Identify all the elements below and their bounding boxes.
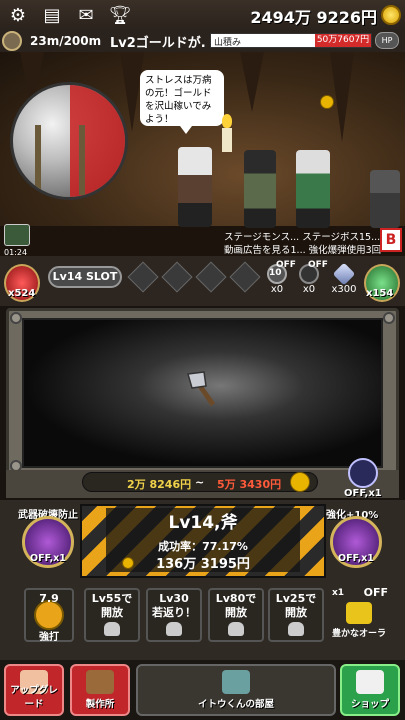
potion-count: x524 — [8, 288, 36, 299]
shop-cart-icon — [356, 670, 384, 694]
room-icon — [222, 670, 250, 694]
old-man-character[interactable] — [178, 147, 212, 227]
aura-label: 豊かなオーラ — [331, 629, 386, 639]
strong-hit-skill[interactable]: 7.9 強打 — [24, 588, 74, 643]
mission-line-1[interactable]: ステージモンス... ステージボス15... — [224, 229, 380, 243]
enhance-cost: 136万 3195円 — [156, 557, 250, 572]
upgrade-button[interactable]: アップグレード — [4, 664, 64, 716]
break-protect-button[interactable]: OFF,x1 — [22, 516, 74, 568]
lock-slot-line1: Lv25で — [275, 592, 317, 605]
resource-3-count: x300 — [331, 284, 357, 295]
shop-button[interactable]: ショップ — [340, 664, 400, 716]
range-max: 5万 3430円 — [217, 478, 282, 491]
locked-skill-slot[interactable]: Lv30 若返り！ — [146, 588, 202, 642]
resource-1-off: OFF — [276, 260, 296, 270]
skull-lock-icon — [104, 622, 120, 636]
candle — [222, 128, 232, 152]
skull-lock-icon — [288, 622, 304, 636]
gear-icon[interactable]: ⚙ — [6, 3, 30, 27]
lock-slot-line2: 開放 — [225, 606, 247, 619]
bomb-mission-icon[interactable]: B — [380, 228, 402, 252]
gold-total: 2494万 9226円 — [250, 8, 377, 27]
knight-enemy[interactable] — [370, 170, 400, 228]
gold-coin-icon — [381, 5, 401, 25]
slot-level-label: Lv14 SLOT — [48, 266, 122, 288]
quest-progress-bar[interactable]: 山積み 50万7607円 — [210, 33, 372, 48]
trophy-icon[interactable]: 🏆︎ — [108, 3, 132, 27]
crystal-toggle[interactable]: OFF,x1 — [344, 458, 382, 499]
lock-slot-line2: 開放 — [285, 606, 307, 619]
resource-1[interactable]: 10 x0 OFF — [264, 260, 296, 295]
aura-icon — [346, 602, 372, 624]
mail-icon[interactable]: ✉ — [74, 3, 98, 27]
skull-lock-icon — [166, 622, 182, 636]
rivet — [10, 312, 22, 324]
resource-3[interactable]: x300 — [328, 262, 360, 295]
profile-card-icon[interactable]: ▤ — [40, 3, 64, 27]
strong-hit-value: 7.9 — [39, 592, 59, 605]
avatar[interactable] — [2, 31, 22, 51]
worker-character[interactable] — [296, 150, 330, 228]
gold-coin-icon — [290, 472, 310, 492]
locked-skill-slot[interactable]: Lv25で 開放 — [268, 588, 324, 642]
resource-2-count: x0 — [302, 284, 316, 295]
quest-bar-label: 山積み — [214, 38, 242, 48]
stalactite — [240, 52, 264, 112]
crystal-state: OFF,x1 — [344, 488, 382, 499]
lock-slot-line1: Lv55で — [91, 592, 133, 605]
floating-coin-icon[interactable] — [320, 95, 334, 109]
range-separator: ~ — [195, 476, 205, 489]
success-rate: 成功率：77.17% — [158, 540, 248, 553]
room-label: イトウくんの部屋 — [197, 699, 274, 710]
girl-character[interactable] — [244, 150, 276, 228]
crystal-icon — [347, 458, 378, 488]
aura-state: OFF — [363, 586, 388, 599]
lock-slot-line2: 開放 — [101, 606, 123, 619]
skull-lock-icon — [228, 622, 244, 636]
strong-hit-label: 強打 — [39, 632, 59, 643]
anvil-icon — [86, 670, 114, 694]
diamond-icon — [332, 262, 356, 286]
crafting-label: 製作所 — [85, 699, 115, 710]
crafting-button[interactable]: 製作所 — [70, 664, 130, 716]
room-button[interactable]: イトウくんの部屋 — [136, 664, 336, 716]
shop-label: ショップ — [350, 699, 389, 710]
depth-counter: 23m/200m — [30, 34, 102, 48]
hp-badge: HP — [375, 32, 399, 49]
lock-slot-line2: 若返り！ — [152, 606, 196, 619]
quest-bar-value: 50万7607円 — [315, 34, 371, 47]
speech-bubble: ストレスは万病の元！ゴールドを沢山稼いでみよう！ — [140, 70, 224, 134]
gem-count: x154 — [366, 288, 394, 299]
weapon-level-title: Lv14,斧 — [168, 513, 238, 533]
resource-1-count: x0 — [270, 284, 284, 295]
axe-weapon-icon[interactable] — [182, 368, 222, 408]
sphere-scaffold — [35, 125, 85, 195]
locked-skill-slot[interactable]: Lv55で 開放 — [84, 588, 140, 642]
mission-line-2[interactable]: 動画広告を見る1... 強化爆弾使用3回 — [224, 242, 381, 256]
timer-icon[interactable] — [4, 224, 30, 246]
lock-slot-line1: Lv30 — [159, 592, 189, 605]
locked-skill-slot[interactable]: Lv80で 開放 — [208, 588, 264, 642]
enhance-bonus-state: OFF,x1 — [338, 553, 374, 564]
resource-2-off: OFF — [308, 260, 328, 270]
candle-flame-icon — [222, 114, 232, 128]
resource-2[interactable]: x0 OFF — [296, 260, 328, 295]
break-protect-state: OFF,x1 — [30, 553, 66, 564]
gacha-sphere[interactable] — [10, 82, 128, 200]
rich-aura-toggle[interactable]: x1 OFF 豊かなオーラ — [328, 586, 390, 642]
upgrade-label: アップグレード — [10, 685, 58, 710]
enhance-bonus-button[interactable]: OFF,x1 — [330, 516, 382, 568]
stalactite — [330, 52, 354, 142]
rivet — [383, 312, 395, 324]
range-min: 2万 8246円 — [127, 478, 192, 491]
aura-count: x1 — [332, 588, 345, 598]
lock-slot-line1: Lv80で — [215, 592, 257, 605]
quest-title[interactable]: Lv2ゴールドが... — [110, 32, 206, 51]
sell-price-range: 2万 8246円 ~ 5万 3430円 — [82, 472, 318, 492]
